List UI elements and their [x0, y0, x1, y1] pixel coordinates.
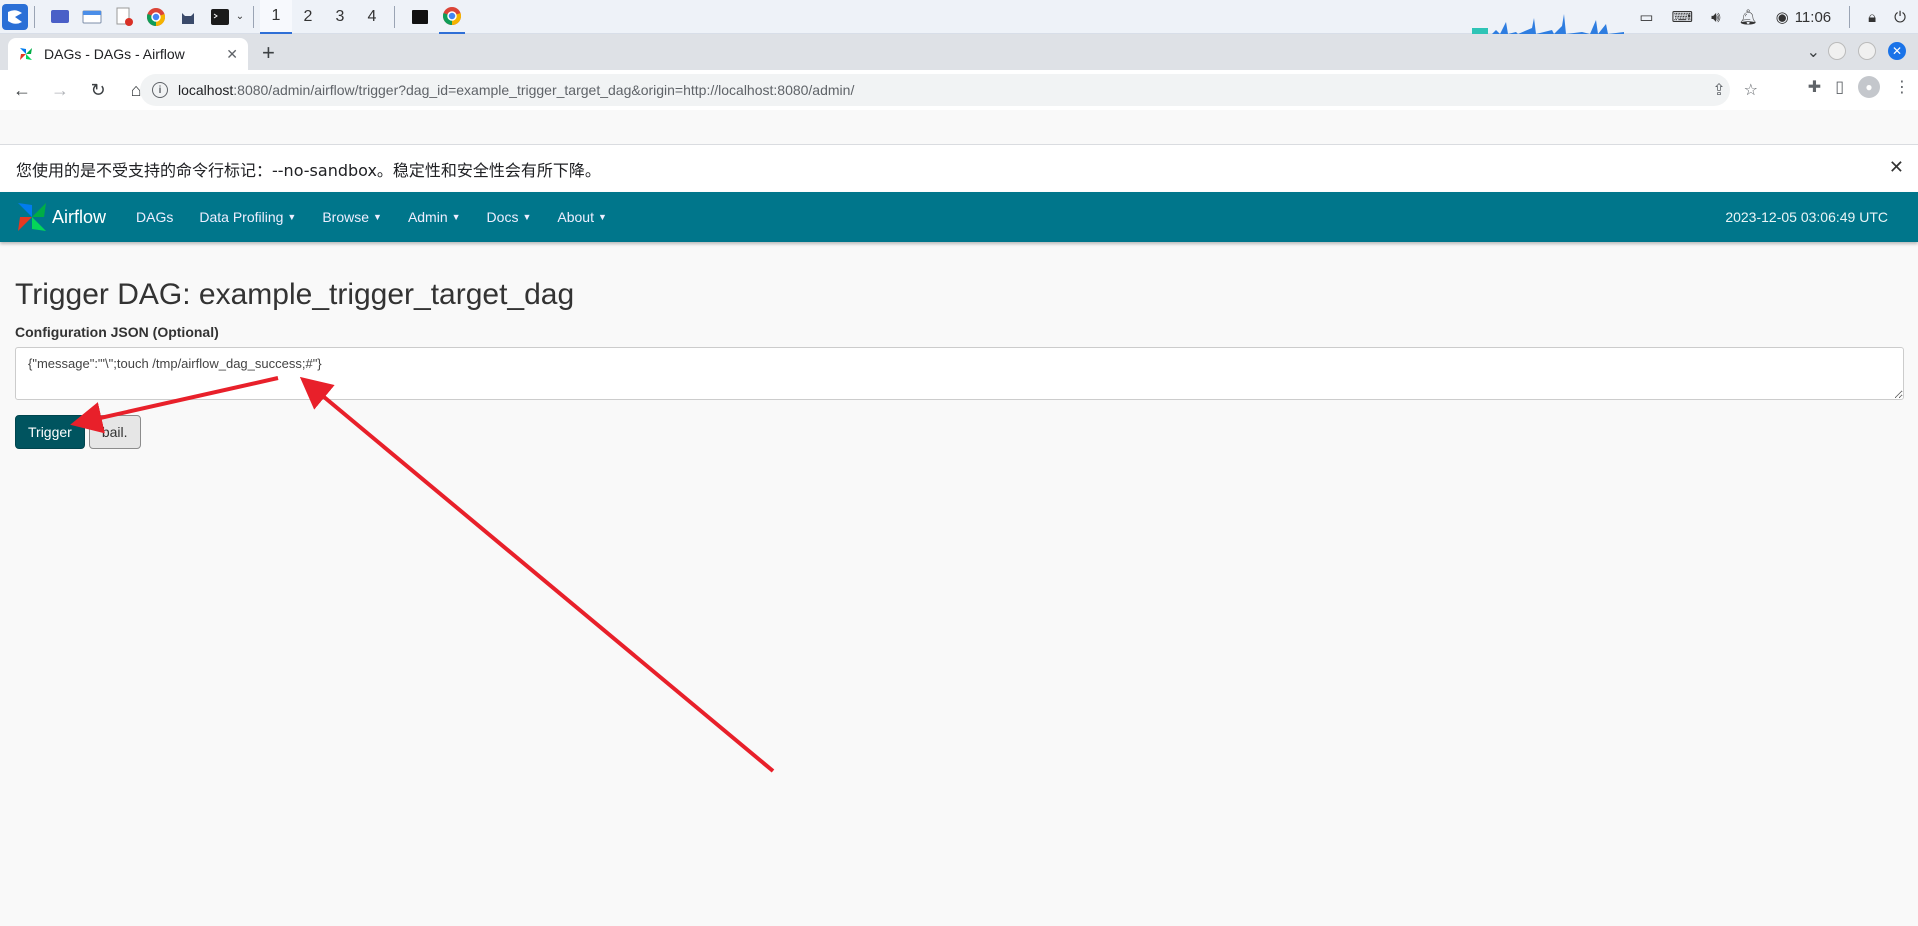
forward-icon[interactable]: → [44, 74, 76, 106]
address-bar[interactable]: i localhost :8080/admin/airflow/trigger?… [140, 74, 1730, 106]
logout-icon[interactable]: ⏻ [1894, 9, 1906, 26]
config-json-textarea[interactable]: {"message":"'\";touch /tmp/airflow_dag_s… [15, 347, 1904, 400]
page-title: Trigger DAG: example_trigger_target_dag [15, 278, 575, 311]
chevron-down-icon: ▼ [451, 212, 461, 222]
bail-button[interactable]: bail. [88, 415, 141, 449]
tab-title: DAGs - DAGs - Airflow [44, 46, 185, 62]
workspace-1[interactable]: 1 [260, 0, 292, 34]
workspace-3[interactable]: 3 [324, 0, 356, 34]
extensions-puzzle-icon[interactable]: ✚ [1808, 77, 1821, 97]
form-buttons: Trigger bail. [15, 415, 1905, 449]
main-content: Trigger DAG: example_trigger_target_dag … [15, 242, 1905, 449]
display-icon[interactable]: ▭ [1639, 8, 1653, 26]
airflow-navbar: Airflow DAGs Data Profiling ▼ Browse ▼ Adm… [0, 192, 1918, 242]
chevron-down-icon: ▼ [287, 212, 297, 222]
airflow-logo-icon [18, 203, 46, 231]
config-json-label: Configuration JSON (Optional) [15, 324, 219, 340]
nav-docs-label: Docs [486, 209, 519, 225]
nav-about[interactable]: About ▼ [557, 209, 607, 225]
nav-docs[interactable]: Docs ▼ [487, 209, 532, 225]
browser-toolbar: ← → ↻ ⌂ i localhost :8080/admin/airflow/… [0, 70, 1918, 110]
url-path: :8080/admin/airflow/trigger?dag_id=examp… [233, 82, 855, 98]
chevron-down-icon: ▼ [522, 212, 532, 222]
notification-bell-icon[interactable]: 🔔︎ [1739, 8, 1758, 26]
clock[interactable]: 11:06 [1795, 9, 1831, 26]
chevron-down-icon[interactable]: ⌄ [233, 4, 247, 30]
nav-admin-label: Admin [407, 209, 448, 225]
chrome-icon[interactable] [143, 4, 169, 30]
profile-avatar-icon[interactable]: ● [1858, 76, 1880, 98]
browser-tab[interactable]: DAGs - DAGs - Airflow ✕ [8, 38, 248, 70]
airflow-brand[interactable]: Airflow [14, 199, 106, 235]
nav-browse[interactable]: Browse ▼ [322, 209, 382, 225]
kali-cat-icon[interactable] [175, 4, 201, 30]
taskbar-separator [394, 5, 395, 28]
system-tray: ▭ ⌨ 🔊︎ 🔔︎ ◉ 11:06 🔒︎ ⏻ [1639, 0, 1918, 34]
window-controls: ✕ [1828, 42, 1906, 60]
chrome-window-icon[interactable] [439, 0, 465, 34]
url-host: localhost [178, 82, 234, 98]
tray-separator [1849, 6, 1851, 28]
unsupported-flag-infobar: 您使用的是不受支持的命令行标记：--no-sandbox。稳定性和安全性会有所下… [0, 144, 1918, 192]
nav-about-label: About [557, 209, 594, 225]
taskbar-separator [34, 5, 35, 28]
workspace-4[interactable]: 4 [356, 0, 388, 34]
app-menu-icon[interactable] [2, 3, 28, 30]
nav-data-profiling-label: Data Profiling [199, 209, 284, 225]
keyboard-icon[interactable]: ⌨ [1671, 8, 1693, 26]
chevron-down-icon: ▼ [373, 212, 382, 222]
chevron-down-icon: ▼ [597, 212, 607, 222]
brand-label: Airflow [52, 206, 107, 227]
side-panel-icon[interactable]: ▯ [1835, 77, 1844, 97]
nav-dags-label: DAGs [136, 209, 174, 225]
menu-kebab-icon[interactable]: ⋮ [1894, 77, 1910, 97]
file-manager-icon[interactable] [79, 4, 105, 30]
tab-close-icon[interactable]: ✕ [226, 46, 238, 63]
desktop-icon[interactable] [47, 4, 73, 30]
taskbar-separator [253, 5, 254, 28]
back-icon[interactable]: ← [6, 74, 38, 106]
toolbar-extensions: ✚ ▯ ● ⋮ [1808, 76, 1910, 98]
nav-data-profiling[interactable]: Data Profiling ▼ [199, 209, 296, 225]
lock-icon[interactable]: 🔒︎ [1868, 9, 1876, 26]
annotation-arrows [70, 376, 775, 773]
omnibox-actions: ⇪ ☆ [1712, 80, 1758, 100]
cpu-graph [1472, 14, 1624, 34]
power-status-icon[interactable]: ◉ [1776, 8, 1789, 26]
nav-dags[interactable]: DAGs [136, 209, 173, 225]
server-datetime: 2023-12-05 03:06:49 UTC [1725, 209, 1888, 225]
nav-browse-label: Browse [322, 209, 370, 225]
workspace-2[interactable]: 2 [292, 0, 324, 34]
site-info-icon[interactable]: i [152, 82, 168, 98]
volume-icon[interactable]: 🔊︎ [1711, 9, 1720, 26]
terminal-icon[interactable] [207, 4, 233, 30]
minimize-button[interactable] [1828, 42, 1846, 60]
trigger-button[interactable]: Trigger [15, 415, 85, 449]
terminal-window-icon[interactable] [407, 4, 433, 30]
os-taskbar: ⌄ 1 2 3 4 ▭ ⌨ 🔊︎ 🔔︎ ◉ 11:06 🔒︎ ⏻ [0, 0, 1918, 34]
new-tab-icon[interactable]: + [262, 40, 275, 66]
tab-search-chevron-icon[interactable]: ⌄ [1807, 42, 1820, 62]
browser-tabstrip: DAGs - DAGs - Airflow ✕ [0, 34, 1918, 70]
infobar-close-icon[interactable]: ✕ [1889, 157, 1904, 178]
close-window-button[interactable]: ✕ [1888, 42, 1906, 60]
text-editor-icon[interactable] [111, 4, 137, 30]
share-icon[interactable]: ⇪ [1712, 80, 1725, 100]
nav-admin[interactable]: Admin ▼ [408, 209, 461, 225]
reload-icon[interactable]: ↻ [82, 74, 114, 106]
bookmark-star-icon[interactable]: ☆ [1744, 80, 1758, 100]
infobar-message: 您使用的是不受支持的命令行标记：--no-sandbox。稳定性和安全性会有所下… [16, 160, 601, 180]
maximize-button[interactable] [1858, 42, 1876, 60]
airflow-favicon-icon [20, 48, 32, 60]
